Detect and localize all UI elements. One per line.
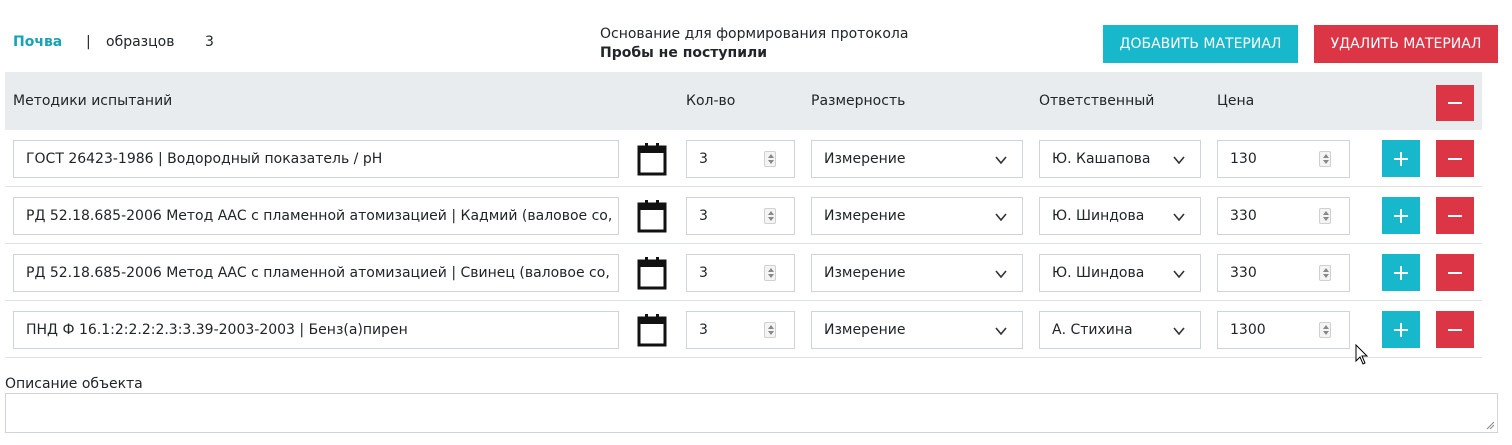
method-field[interactable]: ГОСТ 26423-1986 | Водородный показатель … bbox=[13, 140, 619, 178]
calendar-icon[interactable] bbox=[637, 313, 667, 347]
responsible-select[interactable]: Ю. Кашапова bbox=[1039, 140, 1201, 178]
spinner-icon[interactable] bbox=[764, 151, 776, 167]
remove-row-button[interactable] bbox=[1436, 254, 1474, 291]
col-qty: Кол-во bbox=[686, 93, 736, 109]
chevron-down-icon bbox=[995, 213, 1007, 222]
unit-select[interactable]: Измерение bbox=[811, 140, 1023, 178]
responsible-select[interactable]: Ю. Шиндова bbox=[1039, 197, 1201, 235]
add-material-button[interactable]: ДОБАВИТЬ МАТЕРИАЛ bbox=[1103, 25, 1298, 63]
table-header: Методики испытаний Кол-во Размерность От… bbox=[5, 72, 1482, 130]
plus-icon bbox=[1394, 265, 1408, 280]
material-name[interactable]: Почва bbox=[13, 34, 62, 50]
unit-select[interactable]: Измерение bbox=[811, 197, 1023, 235]
add-row-button[interactable] bbox=[1382, 197, 1420, 234]
samples-label: образцов bbox=[106, 34, 175, 50]
chevron-down-icon bbox=[995, 327, 1007, 336]
unit-select[interactable]: Измерение bbox=[811, 311, 1023, 349]
method-field[interactable]: РД 52.18.685-2006 Метод ААС с пламенной … bbox=[13, 254, 619, 292]
spinner-icon[interactable] bbox=[764, 208, 776, 224]
samples-count: 3 bbox=[205, 34, 214, 50]
minus-icon bbox=[1448, 102, 1462, 104]
minus-icon bbox=[1448, 271, 1462, 274]
price-input[interactable]: 330 bbox=[1217, 197, 1350, 235]
chevron-down-icon bbox=[1173, 327, 1185, 336]
description-textarea[interactable] bbox=[5, 393, 1498, 433]
protocol-basis: Основание для формирования протокола Про… bbox=[600, 25, 908, 63]
quantity-input[interactable]: 3 bbox=[686, 254, 795, 292]
table-row: ГОСТ 26423-1986 | Водородный показатель … bbox=[5, 130, 1482, 187]
table-row: РД 52.18.685-2006 Метод ААС с пламенной … bbox=[5, 187, 1482, 244]
calendar-icon[interactable] bbox=[637, 199, 667, 233]
calendar-icon[interactable] bbox=[637, 256, 667, 290]
quantity-input[interactable]: 3 bbox=[686, 311, 795, 349]
minus-icon bbox=[1448, 214, 1462, 217]
material-header: Почва | образцов 3 Основание для формиро… bbox=[0, 0, 1512, 72]
table-row: ПНД Ф 16.1:2:2.2:2.3:3.39-2003-2003 | Бе… bbox=[5, 301, 1482, 358]
add-row-button[interactable] bbox=[1382, 311, 1420, 348]
calendar-icon[interactable] bbox=[637, 142, 667, 176]
plus-icon bbox=[1394, 151, 1408, 166]
quantity-input[interactable]: 3 bbox=[686, 197, 795, 235]
col-unit: Размерность bbox=[811, 93, 906, 109]
table-row: РД 52.18.685-2006 Метод ААС с пламенной … bbox=[5, 244, 1482, 301]
plus-icon bbox=[1394, 208, 1408, 223]
remove-all-button[interactable] bbox=[1436, 85, 1474, 121]
chevron-down-icon bbox=[1173, 156, 1185, 165]
unit-select[interactable]: Измерение bbox=[811, 254, 1023, 292]
add-row-button[interactable] bbox=[1382, 140, 1420, 177]
chevron-down-icon bbox=[1173, 270, 1185, 279]
method-field[interactable]: РД 52.18.685-2006 Метод ААС с пламенной … bbox=[13, 197, 619, 235]
spinner-icon[interactable] bbox=[764, 265, 776, 281]
minus-icon bbox=[1448, 328, 1462, 331]
spinner-icon[interactable] bbox=[764, 322, 776, 338]
spinner-icon[interactable] bbox=[1319, 208, 1331, 224]
protocol-basis-label: Основание для формирования протокола bbox=[600, 26, 909, 42]
responsible-select[interactable]: А. Стихина bbox=[1039, 311, 1201, 349]
price-input[interactable]: 130 bbox=[1217, 140, 1350, 178]
description-label: Описание объекта bbox=[5, 376, 143, 392]
remove-row-button[interactable] bbox=[1436, 197, 1474, 234]
minus-icon bbox=[1448, 157, 1462, 160]
spinner-icon[interactable] bbox=[1319, 151, 1331, 167]
remove-row-button[interactable] bbox=[1436, 311, 1474, 348]
responsible-select[interactable]: Ю. Шиндова bbox=[1039, 254, 1201, 292]
method-field[interactable]: ПНД Ф 16.1:2:2.2:2.3:3.39-2003-2003 | Бе… bbox=[13, 311, 619, 349]
header-separator: | bbox=[86, 34, 91, 50]
remove-row-button[interactable] bbox=[1436, 140, 1474, 177]
chevron-down-icon bbox=[995, 156, 1007, 165]
add-row-button[interactable] bbox=[1382, 254, 1420, 291]
plus-icon bbox=[1394, 322, 1408, 337]
spinner-icon[interactable] bbox=[1319, 265, 1331, 281]
price-input[interactable]: 330 bbox=[1217, 254, 1350, 292]
col-methods: Методики испытаний bbox=[13, 93, 173, 109]
mouse-cursor-icon bbox=[1355, 344, 1369, 365]
protocol-basis-status: Пробы не поступили bbox=[600, 45, 768, 61]
price-input[interactable]: 1300 bbox=[1217, 311, 1350, 349]
remove-material-button[interactable]: УДАЛИТЬ МАТЕРИАЛ bbox=[1314, 25, 1498, 63]
col-price: Цена bbox=[1217, 93, 1255, 109]
quantity-input[interactable]: 3 bbox=[686, 140, 795, 178]
resize-grip-icon[interactable] bbox=[1485, 420, 1495, 430]
chevron-down-icon bbox=[1173, 213, 1185, 222]
chevron-down-icon bbox=[995, 270, 1007, 279]
spinner-icon[interactable] bbox=[1319, 322, 1331, 338]
col-responsible: Ответственный bbox=[1039, 93, 1155, 109]
